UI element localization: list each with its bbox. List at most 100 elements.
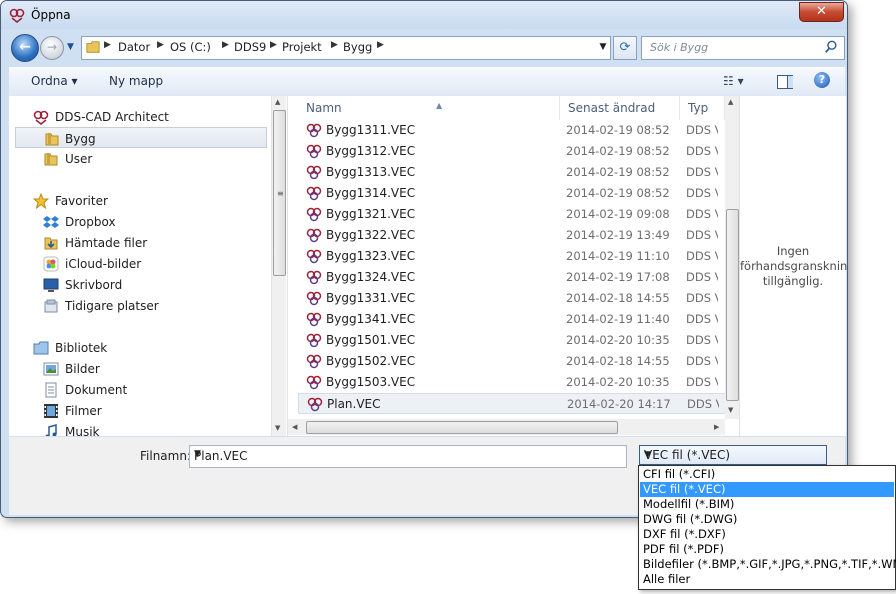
- nav-item-dokument[interactable]: Dokument: [9, 379, 271, 400]
- nav-item-bygg[interactable]: Bygg: [15, 127, 267, 148]
- search-box[interactable]: Sök i Bygg: [641, 36, 845, 60]
- breadcrumb-projekt[interactable]: Projekt: [282, 40, 322, 54]
- icloud-icon: [43, 256, 59, 272]
- file-list-horizontal-scrollbar[interactable]: ◀ ▶: [288, 419, 725, 435]
- file-row[interactable]: Bygg1503.VEC 2014-02-20 10:35 DDS Ve: [298, 372, 728, 393]
- column-header-date[interactable]: Senast ändrad: [560, 96, 680, 120]
- column-header-type[interactable]: Typ: [680, 96, 725, 120]
- search-input[interactable]: Sök i Bygg: [650, 41, 708, 54]
- title-bar[interactable]: Öppna ✕: [1, 1, 847, 29]
- filename-field[interactable]: Plan.VEC ▼: [189, 445, 627, 468]
- chevron-down-icon[interactable]: ▼: [194, 449, 622, 459]
- file-type-option[interactable]: DWG fil (*.DWG): [640, 512, 894, 527]
- file-type-select[interactable]: VEC fil (*.VEC) ▼: [639, 445, 827, 465]
- nav-item-label: Hämtade filer: [65, 236, 148, 250]
- breadcrumb-separator-icon[interactable]: ▶: [377, 40, 384, 50]
- navigation-scrollbar[interactable]: ▲ ≡ ▼: [271, 96, 286, 436]
- file-list-pane: Namn ▲ Senast ändrad Typ Bygg1311.VEC 201…: [287, 96, 739, 436]
- nav-item-bibliotek[interactable]: Bibliotek: [9, 337, 271, 358]
- file-type-option[interactable]: VEC fil (*.VEC): [640, 482, 894, 497]
- file-list-vertical-scrollbar[interactable]: ▲ ▼: [725, 96, 739, 419]
- folder-icon: [44, 153, 58, 166]
- nav-item-hamtade-filer[interactable]: Hämtade filer: [9, 232, 271, 253]
- file-type-option[interactable]: Alle filer: [640, 572, 894, 587]
- nav-item-user[interactable]: User: [9, 148, 271, 169]
- breadcrumb-separator-icon[interactable]: ▶: [331, 40, 338, 50]
- file-type-option[interactable]: Modellfil (*.BIM): [640, 497, 894, 512]
- file-row[interactable]: Bygg1311.VEC 2014-02-19 08:52 DDS Ve: [298, 120, 728, 141]
- file-row[interactable]: Bygg1313.VEC 2014-02-19 08:52 DDS Ve: [298, 162, 728, 183]
- file-type-option[interactable]: Bildefiler (*.BMP,*.GIF,*.JPG,*.PNG,*.TI…: [640, 557, 896, 572]
- organize-button[interactable]: Ordna ▾: [31, 74, 78, 88]
- file-type: DDS Ve: [686, 333, 718, 347]
- file-row[interactable]: Bygg1331.VEC 2014-02-18 14:55 DDS Ve: [298, 288, 728, 309]
- back-button[interactable]: ←: [11, 34, 39, 62]
- breadcrumb-os-c[interactable]: OS (C:): [170, 40, 211, 54]
- refresh-button[interactable]: ⟳: [613, 36, 637, 60]
- address-bar[interactable]: ▶ Dator ▶ OS (C:) ▶ DDS9 ▶ Projekt ▶ Byg…: [81, 36, 611, 60]
- file-row[interactable]: Bygg1321.VEC 2014-02-19 09:08 DDS Ve: [298, 204, 728, 225]
- file-type: DDS Ve: [686, 270, 718, 284]
- nav-item-musik[interactable]: Musik: [9, 421, 271, 436]
- nav-item-favoriter[interactable]: Favoriter: [9, 190, 271, 211]
- dds-app-icon: [33, 110, 49, 125]
- file-date: 2014-02-19 08:52: [566, 165, 670, 179]
- breadcrumb-separator-icon[interactable]: ▶: [222, 40, 229, 50]
- file-type-option[interactable]: CFI fil (*.CFI): [640, 467, 894, 482]
- nav-item-dds-cad-architect[interactable]: DDS-CAD Architect: [9, 106, 271, 127]
- scroll-up-icon[interactable]: ▲: [275, 98, 280, 106]
- nav-item-tidigare-platser[interactable]: Tidigare platser: [9, 295, 271, 316]
- file-date: 2014-02-18 14:55: [566, 354, 670, 368]
- navigation-scroll-thumb[interactable]: ≡: [273, 110, 286, 276]
- file-type-option[interactable]: PDF fil (*.PDF): [640, 542, 894, 557]
- scroll-down-icon[interactable]: ▼: [728, 406, 733, 414]
- breadcrumb-separator-icon[interactable]: ▶: [157, 40, 164, 50]
- breadcrumb-separator-icon[interactable]: ▶: [104, 40, 111, 50]
- breadcrumb-bygg[interactable]: Bygg: [343, 40, 372, 54]
- nav-item-icloud-bilder[interactable]: iCloud-bilder: [9, 253, 271, 274]
- vec-file-icon: [306, 312, 322, 327]
- file-row[interactable]: Bygg1323.VEC 2014-02-19 11:10 DDS Ve: [298, 246, 728, 267]
- address-dropdown[interactable]: ▼: [597, 36, 609, 58]
- preview-pane-toggle-icon[interactable]: [777, 75, 793, 89]
- file-row[interactable]: Bygg1501.VEC 2014-02-20 10:35 DDS Ve: [298, 330, 728, 351]
- file-row[interactable]: Bygg1322.VEC 2014-02-19 13:49 DDS Ve: [298, 225, 728, 246]
- window-title: Öppna: [31, 8, 71, 22]
- scroll-right-icon[interactable]: ▶: [714, 423, 719, 431]
- breadcrumb-separator-icon[interactable]: ▶: [270, 40, 277, 50]
- scroll-down-icon[interactable]: ▼: [275, 424, 280, 432]
- file-row[interactable]: Bygg1312.VEC 2014-02-19 08:52 DDS Ve: [298, 141, 728, 162]
- nav-item-dropbox[interactable]: Dropbox: [9, 211, 271, 232]
- column-header-label: Senast ändrad: [568, 101, 656, 115]
- file-type-option[interactable]: DXF fil (*.DXF): [640, 527, 894, 542]
- nav-item-skrivbord[interactable]: Skrivbord: [9, 274, 271, 295]
- view-options-button[interactable]: ☷ ▾: [723, 74, 744, 88]
- breadcrumb-dator[interactable]: Dator: [118, 40, 150, 54]
- nav-item-label: Bygg: [65, 132, 96, 146]
- new-folder-button[interactable]: Ny mapp: [109, 74, 163, 88]
- forward-button[interactable]: →: [40, 36, 64, 60]
- file-row[interactable]: Bygg1502.VEC 2014-02-18 14:55 DDS Ve: [298, 351, 728, 372]
- history-dropdown[interactable]: ▼: [67, 42, 77, 52]
- file-row[interactable]: Bygg1324.VEC 2014-02-19 17:08 DDS Ve: [298, 267, 728, 288]
- horizontal-scroll-thumb[interactable]: [306, 421, 618, 434]
- file-row[interactable]: Bygg1341.VEC 2014-02-19 11:40 DDS Ve: [298, 309, 728, 330]
- file-row[interactable]: Bygg1314.VEC 2014-02-19 08:52 DDS Ve: [298, 183, 728, 204]
- vertical-scroll-thumb[interactable]: [726, 209, 739, 401]
- file-name: Bygg1313.VEC: [326, 165, 416, 179]
- file-row[interactable]: Plan.VEC 2014-02-20 14:17 DDS Ve: [298, 393, 728, 414]
- help-icon[interactable]: ?: [814, 72, 830, 88]
- nav-item-filmer[interactable]: Filmer: [9, 400, 271, 421]
- file-name: Plan.VEC: [327, 397, 381, 411]
- file-name: Bygg1323.VEC: [326, 249, 416, 263]
- column-header-name[interactable]: Namn ▲: [298, 96, 560, 120]
- nav-item-label: Filmer: [65, 404, 102, 418]
- breadcrumb-dds9[interactable]: DDS9: [234, 40, 266, 54]
- arrow-left-icon: ←: [19, 39, 31, 55]
- nav-item-bilder[interactable]: Bilder: [9, 358, 271, 379]
- search-icon[interactable]: [824, 39, 838, 55]
- nav-item-label: Musik: [65, 425, 100, 436]
- close-button[interactable]: ✕: [799, 2, 844, 22]
- scroll-left-icon[interactable]: ◀: [292, 423, 297, 431]
- scroll-up-icon[interactable]: ▲: [728, 98, 733, 106]
